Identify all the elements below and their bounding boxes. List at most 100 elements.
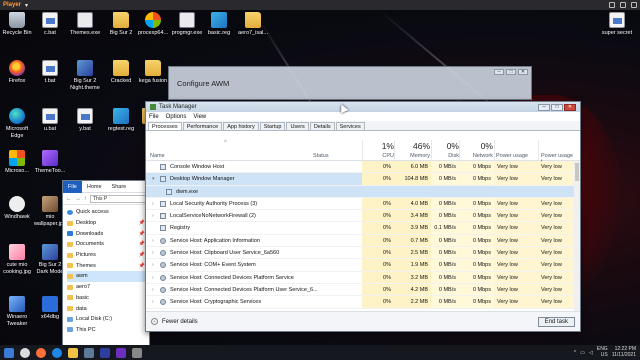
minimize-button[interactable]: ─ — [494, 69, 504, 75]
column-power-usage[interactable]: Power usage — [496, 153, 534, 159]
close-button[interactable]: ✕ — [518, 69, 528, 75]
end-task-button[interactable]: End task — [537, 316, 575, 327]
explorer-taskbar-icon[interactable] — [68, 347, 78, 358]
desktop-icon[interactable]: Firefox — [0, 60, 34, 85]
desktop-icon[interactable]: Microso... — [0, 150, 34, 175]
configure-awm-window[interactable]: ─ □ ✕ Configure AWM — [168, 66, 532, 100]
desktop-icon[interactable]: Windhawk — [0, 196, 34, 221]
desktop-icon[interactable]: Themes.exe — [68, 12, 102, 37]
send-keys-icon[interactable] — [620, 2, 626, 8]
nav-item[interactable]: Desktop 📌 — [67, 218, 149, 229]
search-icon[interactable] — [20, 347, 30, 358]
expand-chevron-icon[interactable]: › — [152, 247, 154, 259]
expand-chevron-icon[interactable]: › — [152, 235, 154, 247]
desktop-icon[interactable]: u.bat — [33, 108, 67, 133]
column-cpu[interactable]: CPU — [364, 153, 394, 159]
nav-item[interactable]: Documents 📌 — [67, 239, 149, 250]
volume-icon[interactable]: ◁ — [589, 350, 593, 356]
expand-chevron-icon[interactable]: › — [152, 284, 154, 296]
table-row[interactable]: 0% 3.4 MB 0 MB/s 0 Mbps Very low Very low › Loc… — [146, 210, 580, 223]
desktop-icon[interactable]: procexp64... — [136, 12, 170, 37]
maximize-button[interactable]: □ — [551, 103, 563, 111]
column-memory[interactable]: Memory — [396, 153, 430, 159]
memory-percent[interactable]: 46% — [396, 141, 430, 151]
back-arrow-icon[interactable]: ← — [66, 196, 72, 202]
tab-app-history[interactable]: App history — [223, 122, 259, 130]
desktop-icon[interactable]: kega fusion — [136, 60, 170, 85]
desktop-icon[interactable]: basic.reg — [202, 12, 236, 37]
nav-item[interactable]: This PC — [67, 325, 149, 336]
table-row[interactable]: 0% 2.2 MB 0 MB/s 0 Mbps Very low Very low › Ser… — [146, 296, 580, 309]
cpu-percent[interactable]: 1% — [364, 141, 394, 151]
ribbon-tab-share[interactable]: Share — [107, 181, 132, 193]
menu-options[interactable]: Options — [166, 114, 187, 120]
table-row[interactable]: 0% 3.9 MB 0.1 MB/s 0 Mbps Very low Very low Re… — [146, 222, 580, 235]
fullscreen-icon[interactable] — [631, 2, 637, 8]
expand-chevron-icon[interactable]: ▾ — [152, 173, 155, 185]
desktop-icon[interactable]: Big Sur 2 Night.theme — [68, 60, 102, 91]
table-row[interactable]: 0% 0.7 MB 0 MB/s 0 Mbps Very low Very low › Ser… — [146, 234, 580, 248]
tab-processes[interactable]: Processes — [148, 122, 182, 130]
ribbon-tab-home[interactable]: Home — [82, 181, 107, 193]
desktop-icon[interactable]: Big Sur 2 — [104, 12, 138, 37]
settings-taskbar-icon[interactable] — [100, 347, 110, 358]
nav-item[interactable]: Quick access — [67, 207, 149, 218]
expand-chevron-icon[interactable]: › — [152, 296, 154, 308]
pause-icon[interactable] — [609, 2, 615, 8]
chevron-up-icon[interactable]: ^ — [151, 318, 158, 325]
file-explorer-window[interactable]: File Home Share ← → ↑ This P Quick acces… — [62, 180, 150, 352]
desktop-icon[interactable]: t.bat — [33, 60, 67, 85]
language-indicator[interactable]: ENG US — [597, 346, 608, 358]
tab-performance[interactable]: Performance — [182, 122, 223, 130]
table-row[interactable]: 0% 4.0 MB 0 MB/s 0 Mbps Very low Very low › Loc… — [146, 197, 580, 211]
desktop-icon[interactable]: Microsoft Edge — [0, 108, 34, 139]
task-manager-window[interactable]: Task Manager ─ □ ✕ File Options View Pro… — [145, 101, 581, 332]
nav-item[interactable]: Local Disk (C:) — [67, 314, 149, 325]
expand-chevron-icon[interactable]: › — [152, 198, 154, 210]
menu-view[interactable]: View — [193, 114, 206, 120]
up-arrow-icon[interactable]: ↑ — [84, 196, 87, 202]
minimize-button[interactable]: ─ — [538, 103, 550, 111]
disk-percent[interactable]: 0% — [432, 141, 459, 151]
table-row[interactable]: 0% 3.2 MB 0 MB/s 0 Mbps Very low Very low › Ser… — [146, 271, 580, 284]
nav-item[interactable]: Downloads 📌 — [67, 228, 149, 239]
task-manager-titlebar[interactable]: Task Manager ─ □ ✕ — [146, 102, 580, 112]
expand-chevron-icon[interactable]: › — [152, 210, 154, 222]
close-button[interactable]: ✕ — [564, 103, 576, 111]
address-input[interactable]: This P — [90, 194, 146, 203]
desktop-icon[interactable]: progmgr.exe — [170, 12, 204, 37]
firefox-taskbar-icon[interactable] — [36, 347, 46, 358]
expand-chevron-icon[interactable]: › — [152, 272, 154, 284]
edge-taskbar-icon[interactable] — [52, 347, 62, 358]
nav-item[interactable]: Pictures 📌 — [67, 250, 149, 261]
table-row[interactable]: 0% 104.8 MB 0 MB/s 0 Mbps Very low Very low ▾ D… — [146, 173, 580, 186]
tab-startup[interactable]: Startup — [259, 122, 286, 130]
column-disk[interactable]: Disk — [432, 153, 459, 159]
clock[interactable]: 12:22 PM 11/11/2021 — [612, 346, 636, 358]
desktop-icon[interactable]: c.bat — [33, 12, 67, 37]
table-row[interactable]: 0% 2.5 MB 0 MB/s 0 Mbps Very low Very low › Ser… — [146, 247, 580, 260]
desktop-icon[interactable]: super secret — [600, 12, 634, 37]
awm-titlebar[interactable]: ─ □ ✕ — [169, 67, 531, 77]
app-taskbar-icon[interactable] — [132, 347, 142, 358]
fewer-details-link[interactable]: Fewer details — [162, 319, 198, 325]
table-row[interactable]: 0% 4.2 MB 0 MB/s 0 Mbps Very low Very low › Ser… — [146, 283, 580, 297]
desktop-icon[interactable]: y.bat — [68, 108, 102, 133]
desktop-icon[interactable]: ThemeToo... — [33, 150, 67, 175]
menu-file[interactable]: File — [149, 114, 159, 120]
tray-chevron-icon[interactable]: ^ — [574, 350, 576, 356]
column-network[interactable]: Network — [460, 153, 493, 159]
table-row[interactable]: dwm.exe — [146, 185, 580, 198]
desktop-icon[interactable]: Recycle Bin — [0, 12, 34, 37]
task-manager-taskbar-icon[interactable] — [84, 347, 94, 358]
network-percent[interactable]: 0% — [460, 141, 493, 151]
column-status[interactable]: Status — [313, 153, 329, 159]
tab-details[interactable]: Details — [309, 122, 335, 130]
forward-arrow-icon[interactable]: → — [75, 196, 81, 202]
desktop-icon[interactable]: Cracked — [104, 60, 138, 85]
desktop-icon[interactable]: cute mio cooking.jpg — [0, 244, 34, 275]
desktop-icon[interactable]: aero7_isal... — [236, 12, 270, 37]
tab-users[interactable]: Users — [286, 122, 309, 130]
expand-chevron-icon[interactable]: › — [152, 259, 154, 271]
nav-item[interactable]: Themes 📌 — [67, 260, 149, 271]
